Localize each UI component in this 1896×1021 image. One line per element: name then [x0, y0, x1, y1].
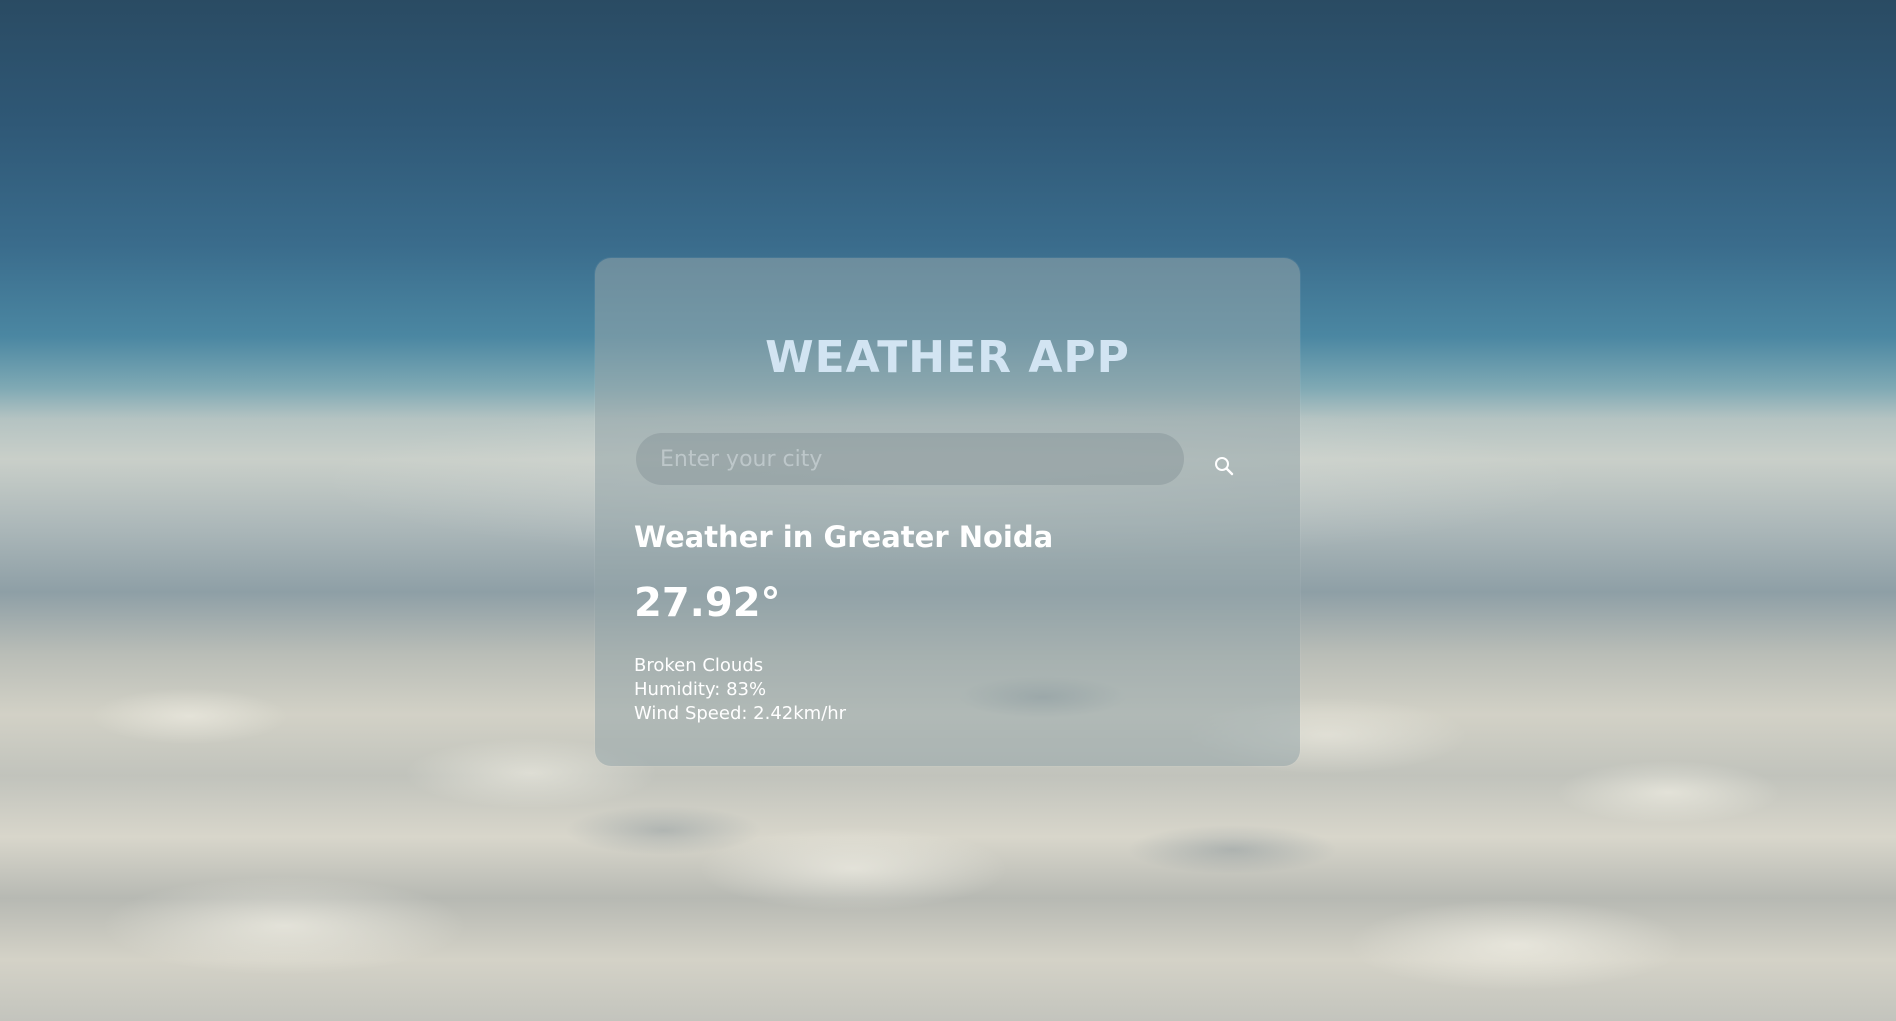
weather-card: WEATHER APP Weather in Greater Noida 27.…: [595, 258, 1300, 766]
search-button[interactable]: [1198, 433, 1250, 485]
app-title: WEATHER APP: [765, 332, 1130, 383]
temperature: 27.92°: [634, 580, 781, 626]
city-heading: Weather in Greater Noida: [634, 520, 1054, 554]
search-icon: [1215, 457, 1234, 476]
city-search-input[interactable]: [636, 433, 1184, 485]
search-bar: [636, 433, 1256, 485]
humidity: Humidity: 83%: [634, 679, 767, 700]
weather-details: Broken Clouds Humidity: 83% Wind Speed: …: [634, 654, 846, 726]
wind-speed: Wind Speed: 2.42km/hr: [634, 703, 847, 724]
weather-description: Broken Clouds: [634, 655, 764, 676]
